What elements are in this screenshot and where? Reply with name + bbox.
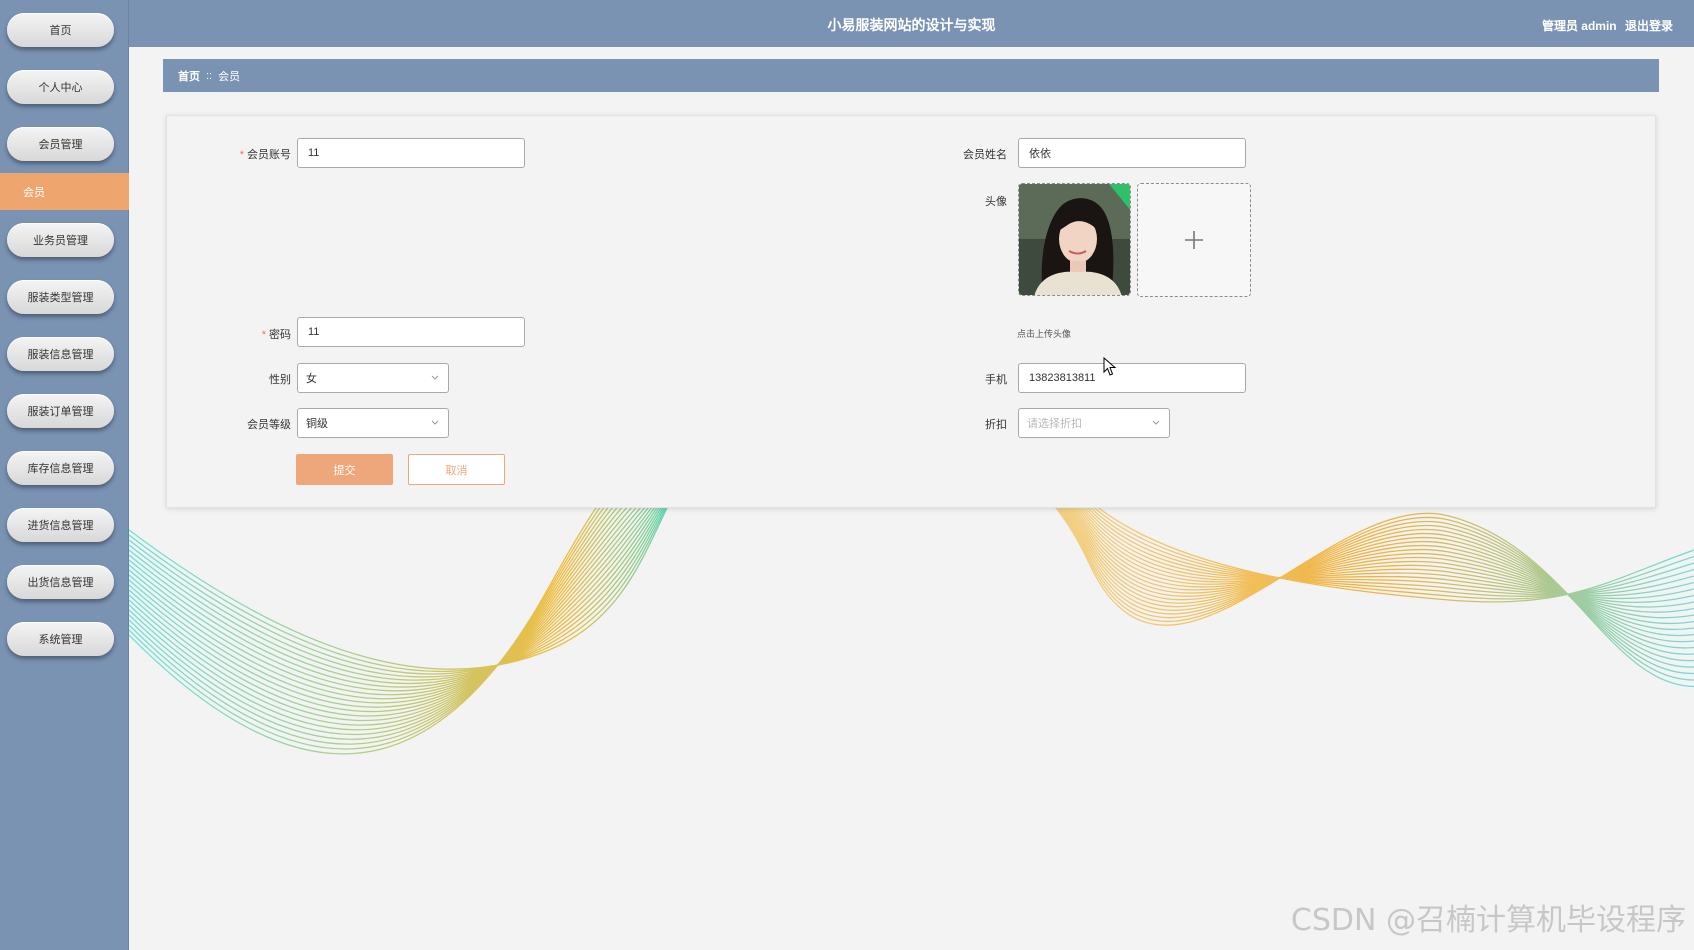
member-form-card: * 会员账号 11 会员姓名 依依 头像 点击上传头像 * 密码 11 性别 女 手… [166, 115, 1656, 508]
breadcrumb-separator: :: [206, 69, 213, 82]
avatar-upload-hint: 点击上传头像 [1017, 329, 1072, 339]
discount-label: 折扣 [985, 419, 1007, 431]
member-level-value: 铜级 [306, 418, 328, 430]
password-label: * 密码 [261, 329, 291, 341]
breadcrumb-home[interactable]: 首页 [178, 68, 200, 84]
mouse-cursor-icon [1103, 357, 1117, 376]
required-mark: * [239, 149, 244, 161]
user-area: 管理员 admin 退出登录 [1537, 17, 1673, 34]
plus-icon [1185, 231, 1203, 249]
sidebar-item-purchase-management[interactable]: 进货信息管理 [7, 508, 114, 542]
decorative-wave-background [129, 470, 1694, 755]
discount-select[interactable]: 请选择折扣 [1018, 408, 1170, 438]
password-input[interactable]: 11 [297, 317, 525, 347]
wave-line [129, 470, 1694, 745]
discount-placeholder: 请选择折扣 [1027, 418, 1082, 430]
breadcrumb: 首页 :: 会员 [163, 59, 1659, 92]
member-level-label: 会员等级 [247, 419, 291, 431]
gender-select[interactable]: 女 [297, 363, 449, 393]
wave-line [129, 470, 1694, 740]
gender-label: 性别 [269, 374, 291, 386]
logout-link[interactable]: 退出登录 [1625, 19, 1673, 33]
sidebar-item-shipment-management[interactable]: 出货信息管理 [7, 565, 114, 599]
sidebar-item-clothing-order-management[interactable]: 服装订单管理 [7, 394, 114, 428]
watermark: CSDN @召楠计算机毕设程序 [1290, 903, 1686, 938]
avatar-upload-button[interactable] [1137, 183, 1251, 297]
sidebar-item-salesperson-management[interactable]: 业务员管理 [7, 223, 114, 257]
avatar-image[interactable] [1018, 183, 1131, 296]
wave-line [129, 470, 1694, 731]
top-header: 小易服装网站的设计与实现 管理员 admin 退出登录 [129, 0, 1694, 47]
member-level-select[interactable]: 铜级 [297, 408, 449, 438]
required-mark: * [261, 329, 266, 341]
wave-line [129, 470, 1694, 726]
sidebar-item-clothing-info-management[interactable]: 服装信息管理 [7, 337, 114, 371]
phone-input[interactable]: 13823813811 [1018, 363, 1246, 393]
app-title: 小易服装网站的设计与实现 [827, 17, 996, 33]
chevron-down-icon [431, 375, 439, 380]
sidebar-item-system-management[interactable]: 系统管理 [7, 622, 114, 656]
chevron-down-icon [431, 420, 439, 425]
sidebar-item-personal-center[interactable]: 个人中心 [7, 70, 114, 104]
wave-line [129, 470, 1694, 735]
name-input[interactable]: 依依 [1018, 138, 1246, 168]
breadcrumb-current: 会员 [218, 70, 241, 83]
account-input[interactable]: 11 [297, 138, 525, 168]
sidebar-subitem-member[interactable]: 会员 [0, 173, 129, 210]
name-label: 会员姓名 [963, 149, 1007, 161]
cancel-button[interactable]: 取消 [408, 454, 505, 485]
sidebar-item-inventory-management[interactable]: 库存信息管理 [7, 451, 114, 485]
sidebar-item-home[interactable]: 首页 [7, 13, 114, 47]
sidebar-item-clothing-type-management[interactable]: 服装类型管理 [7, 280, 114, 314]
submit-button[interactable]: 提交 [296, 454, 393, 485]
sidebar-item-member-management[interactable]: 会员管理 [7, 127, 114, 161]
account-label: * 会员账号 [239, 149, 291, 161]
avatar-label: 头像 [985, 196, 1007, 208]
user-label: 管理员 admin [1541, 19, 1617, 33]
chevron-down-icon [1152, 420, 1160, 425]
gender-value: 女 [306, 373, 317, 385]
sidebar: 首页 个人中心 会员管理 会员 业务员管理 服装类型管理 服装信息管理 服装订单… [0, 0, 129, 950]
phone-label: 手机 [985, 374, 1007, 386]
